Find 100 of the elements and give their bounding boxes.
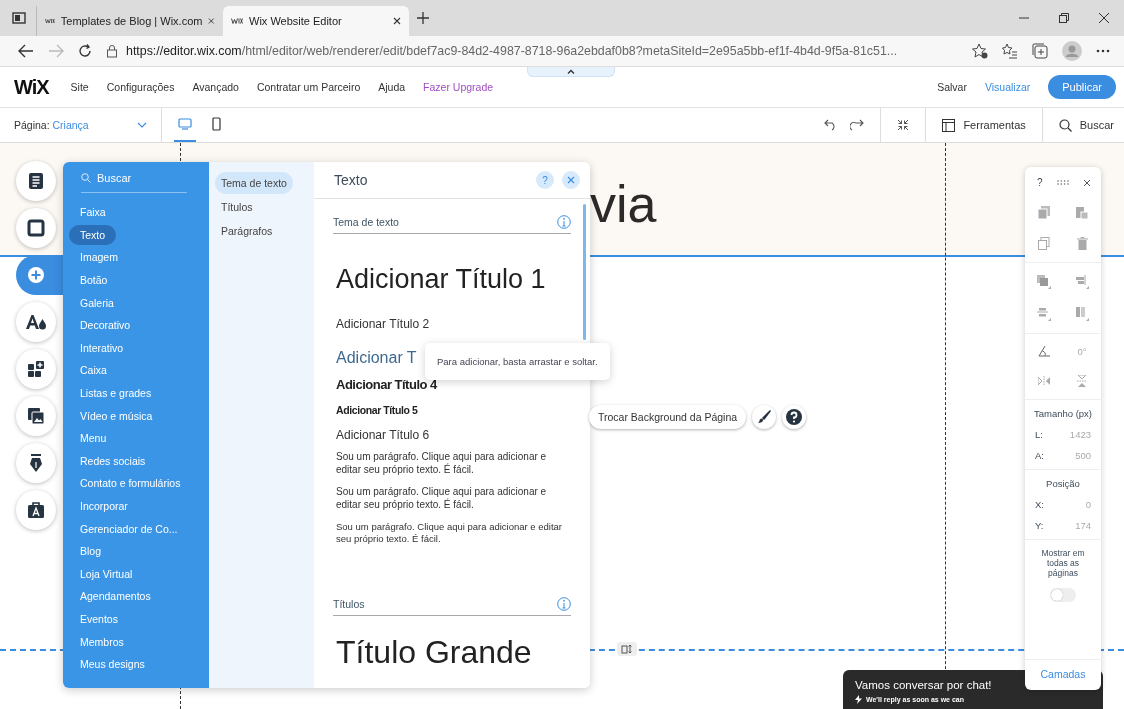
profile-avatar-icon[interactable] bbox=[1062, 41, 1082, 61]
back-icon[interactable] bbox=[18, 44, 34, 58]
help-button[interactable]: ? bbox=[1037, 177, 1043, 188]
apps-rail-button[interactable] bbox=[16, 349, 56, 389]
page-selector-label: Página: Criança bbox=[14, 119, 89, 131]
category-item[interactable]: Blog bbox=[69, 539, 112, 563]
layers-button[interactable]: Camadas bbox=[1025, 659, 1101, 690]
text-preset[interactable]: Sou um parágrafo. Clique aqui para adicionar e editar seu próprio texto. É fácil. bbox=[333, 451, 571, 476]
category-item[interactable]: Decorativo bbox=[69, 313, 142, 337]
chevron-up-icon bbox=[567, 69, 575, 74]
info-icon[interactable] bbox=[557, 596, 571, 611]
category-item[interactable]: Vídeo e música bbox=[69, 404, 164, 427]
search-button[interactable]: Buscar bbox=[1058, 118, 1114, 132]
category-item[interactable]: Faixa bbox=[69, 201, 117, 224]
arrange-icon[interactable] bbox=[1037, 275, 1051, 289]
zoom-out-icon[interactable] bbox=[897, 119, 910, 131]
top-menu-item[interactable]: Site bbox=[70, 81, 89, 93]
desktop-icon bbox=[177, 118, 192, 130]
lock-icon bbox=[106, 44, 118, 58]
tab-actions-icon[interactable] bbox=[12, 11, 26, 25]
category-item[interactable]: Incorporar bbox=[69, 494, 139, 518]
top-menu-item[interactable]: Ajuda bbox=[378, 81, 406, 93]
site-favicon-icon bbox=[231, 18, 243, 24]
wix-logo[interactable]: WiX bbox=[14, 75, 49, 99]
change-background-button[interactable]: Trocar Background da Página bbox=[589, 405, 747, 429]
page-selector[interactable]: Página: Criança bbox=[14, 108, 162, 142]
tab-title: Templates de Blog | Wix.com bbox=[60, 15, 203, 27]
category-item[interactable]: Loja Virtual bbox=[69, 562, 144, 586]
category-item[interactable]: Imagem bbox=[69, 246, 129, 269]
text-preset[interactable]: Adicionar Título 2 bbox=[333, 317, 571, 331]
category-item[interactable]: Contato e formulários bbox=[69, 472, 192, 495]
text-preset[interactable]: Adicionar Título 1 bbox=[333, 264, 571, 295]
browser-tab[interactable]: Wix Website Editor bbox=[223, 6, 409, 36]
business-rail-button[interactable] bbox=[16, 490, 56, 530]
redo-icon[interactable] bbox=[850, 119, 865, 131]
site-heading[interactable]: via bbox=[590, 178, 657, 230]
square-icon bbox=[27, 219, 45, 237]
favorite-star-icon[interactable] bbox=[972, 43, 988, 59]
more-icon[interactable] bbox=[1096, 49, 1110, 53]
media-rail-button[interactable] bbox=[16, 396, 56, 436]
top-menu-item[interactable]: Configurações bbox=[106, 81, 175, 93]
close-icon[interactable] bbox=[1098, 12, 1110, 24]
toggle-switch[interactable] bbox=[1050, 588, 1076, 602]
panel-icon bbox=[942, 118, 956, 132]
field-label: A: bbox=[1035, 450, 1044, 461]
reload-icon[interactable] bbox=[78, 44, 92, 58]
category-item[interactable]: Botão bbox=[69, 268, 119, 292]
text-preset[interactable]: Sou um parágrafo. Clique aqui para adicionar e editar seu próprio texto. É fácil. bbox=[333, 521, 571, 545]
category-item[interactable]: Agendamentos bbox=[69, 585, 162, 608]
category-item[interactable]: Membros bbox=[69, 630, 135, 653]
save-button[interactable]: Salvar bbox=[937, 81, 967, 93]
text-preset[interactable]: Adicionar Título 6 bbox=[333, 428, 571, 442]
text-preset[interactable]: Título Grande bbox=[333, 633, 571, 671]
category-item[interactable]: Meus designs bbox=[69, 652, 156, 676]
subcategory-item[interactable]: Títulos bbox=[215, 196, 259, 218]
brush-button[interactable] bbox=[752, 405, 777, 429]
design-rail-button[interactable] bbox=[16, 302, 56, 342]
category-item[interactable]: Galeria bbox=[69, 291, 125, 314]
preview-button[interactable]: Visualizar bbox=[984, 81, 1031, 93]
help-button[interactable]: ? bbox=[536, 171, 554, 189]
category-item[interactable]: Texto bbox=[69, 224, 117, 245]
restore-icon[interactable] bbox=[1058, 12, 1070, 24]
search-icon bbox=[1058, 118, 1072, 132]
tab-title: Wix Website Editor bbox=[249, 15, 343, 27]
add-rail-button[interactable] bbox=[16, 255, 63, 295]
top-menu-item[interactable]: Contratar um Parceiro bbox=[256, 81, 361, 93]
category-item[interactable]: Gerenciador de Co... bbox=[69, 517, 189, 540]
close-icon[interactable] bbox=[1083, 178, 1091, 187]
top-menu-item[interactable]: Avançado bbox=[192, 81, 239, 93]
category-item[interactable]: Redes sociais bbox=[69, 449, 157, 473]
section-handle[interactable] bbox=[617, 642, 637, 656]
new-tab-icon[interactable] bbox=[417, 12, 429, 24]
category-item[interactable]: Caixa bbox=[69, 359, 118, 382]
tools-button[interactable]: Ferramentas bbox=[942, 118, 1026, 132]
subcategory-item[interactable]: Tema de texto bbox=[215, 172, 293, 194]
info-icon[interactable] bbox=[557, 215, 571, 229]
angle-icon[interactable] bbox=[1038, 346, 1050, 357]
help-button[interactable] bbox=[782, 405, 807, 429]
text-preset[interactable]: Adicionar Título 5 bbox=[333, 404, 571, 416]
category-item[interactable]: Eventos bbox=[69, 607, 129, 631]
publish-button[interactable]: Publicar bbox=[1048, 75, 1116, 99]
scrollbar-thumb[interactable] bbox=[583, 204, 586, 340]
category-item[interactable]: Listas e grades bbox=[69, 381, 163, 405]
lightning-icon bbox=[855, 695, 862, 704]
subcategory-item[interactable]: Parágrafos bbox=[215, 220, 279, 242]
favorites-list-icon[interactable] bbox=[1002, 43, 1018, 59]
blog-rail-button[interactable] bbox=[16, 443, 56, 483]
field-label: L: bbox=[1035, 429, 1043, 440]
category-item[interactable]: Menu bbox=[69, 426, 118, 450]
top-menu-item[interactable]: Fazer Upgrade bbox=[423, 81, 494, 93]
drag-handle-icon[interactable] bbox=[1056, 180, 1069, 185]
panel-title: Texto bbox=[334, 172, 369, 188]
text-preset[interactable]: Adicionar Título 4 bbox=[333, 377, 571, 392]
close-icon[interactable] bbox=[393, 17, 401, 25]
search-field[interactable]: Buscar bbox=[81, 172, 187, 193]
collections-icon[interactable] bbox=[1032, 43, 1048, 59]
mobile-icon bbox=[211, 117, 221, 131]
text-preset[interactable]: Sou um parágrafo. Clique aqui para adicionar e editar seu próprio texto. É fácil. bbox=[333, 486, 571, 511]
close-button[interactable] bbox=[562, 171, 580, 189]
category-item[interactable]: Interativo bbox=[69, 336, 135, 360]
